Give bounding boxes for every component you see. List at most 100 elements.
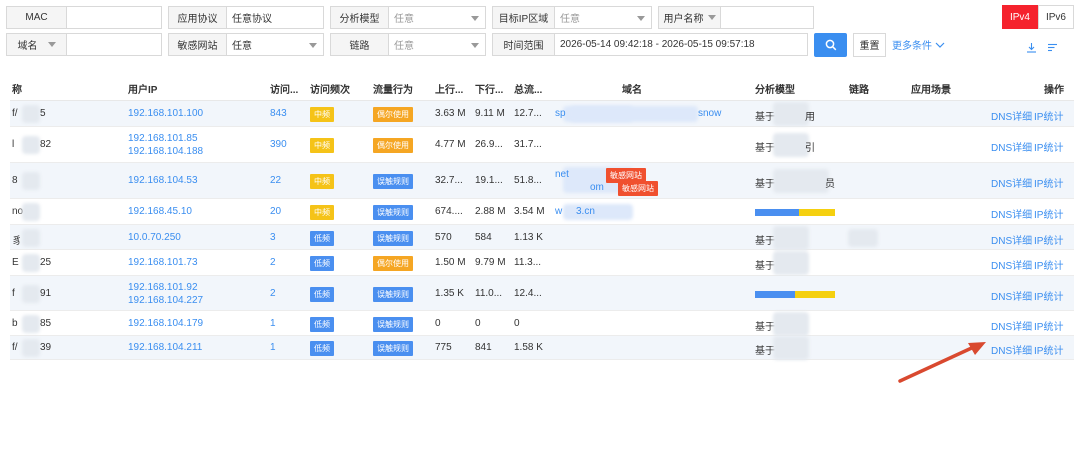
redacted-name <box>22 254 40 272</box>
domain-input[interactable] <box>67 34 161 55</box>
dns-detail-link[interactable]: DNS详细 <box>991 175 1032 190</box>
upload-value: 674.... <box>435 206 463 217</box>
username-filter[interactable]: 用户名称 <box>658 6 814 29</box>
link-label: 链路 <box>331 34 389 55</box>
protocol-filter[interactable]: 应用协议 任意协议 <box>168 6 324 29</box>
domain-text[interactable]: sp <box>555 108 566 119</box>
dns-detail-link[interactable]: DNS详细 <box>991 342 1032 357</box>
dns-detail-link[interactable]: DNS详细 <box>991 206 1032 221</box>
model-select[interactable]: 任意 <box>389 7 485 28</box>
behavior-badge: 偶尔使用 <box>373 256 413 271</box>
col-total[interactable]: 总流... <box>514 81 542 96</box>
col-name[interactable]: 称 <box>12 81 22 96</box>
sort-icon[interactable] <box>1047 42 1058 53</box>
frequency-badge: 低频 <box>310 341 334 356</box>
dns-detail-link[interactable]: DNS详细 <box>991 232 1032 247</box>
mac-input[interactable] <box>67 7 161 28</box>
download-value: 11.0... <box>475 287 503 299</box>
user-ip[interactable]: 192.168.104.179 <box>128 318 203 329</box>
redacted-domain <box>563 204 633 220</box>
ipv4-tab[interactable]: IPv4 <box>1002 5 1038 29</box>
model-filter[interactable]: 分析模型 任意 <box>330 6 486 29</box>
user-ip-secondary[interactable]: 192.168.104.227 <box>128 295 203 306</box>
sensitive-filter[interactable]: 敏感网站 任意 <box>168 33 324 56</box>
col-behavior[interactable]: 流量行为 <box>373 81 413 96</box>
more-conditions-label: 更多条件 <box>892 41 932 52</box>
col-upload[interactable]: 上行... <box>435 81 463 96</box>
dns-detail-link[interactable]: DNS详细 <box>991 318 1032 333</box>
time-range-input[interactable]: 2026-05-14 09:42:18 - 2026-05-15 09:57:1… <box>555 34 807 55</box>
username-input[interactable] <box>721 7 813 28</box>
ip-stats-link[interactable]: IP统计 <box>1034 342 1063 357</box>
time-filter[interactable]: 时间范围 2026-05-14 09:42:18 - 2026-05-15 09… <box>492 33 808 56</box>
upload-value: 0 <box>435 317 441 329</box>
total-value: 1.13 K <box>514 231 543 243</box>
col-user-ip[interactable]: 用户IP <box>128 81 157 96</box>
ip-stats-link[interactable]: IP统计 <box>1034 257 1063 272</box>
visit-count[interactable]: 22 <box>270 175 281 186</box>
visit-count[interactable]: 2 <box>270 288 276 299</box>
user-ip[interactable]: 10.0.70.250 <box>128 232 181 243</box>
model-bar-yellow <box>795 290 835 298</box>
protocol-select[interactable]: 任意协议 <box>227 7 323 28</box>
ip-stats-link[interactable]: IP统计 <box>1034 318 1063 333</box>
visit-count[interactable]: 3 <box>270 232 276 243</box>
user-ip[interactable]: 192.168.45.10 <box>128 206 192 217</box>
user-ip[interactable]: 192.168.101.85 <box>128 133 198 144</box>
visit-count[interactable]: 390 <box>270 139 287 150</box>
visit-count[interactable]: 1 <box>270 318 276 329</box>
col-visits[interactable]: 访问... <box>270 81 298 96</box>
visit-count[interactable]: 1 <box>270 342 276 353</box>
ip-stats-link[interactable]: IP统计 <box>1034 206 1063 221</box>
domain-text-secondary[interactable]: 3.cn <box>576 206 595 217</box>
sensitive-select[interactable]: 任意 <box>227 34 323 55</box>
domain-label[interactable]: 域名 <box>7 34 67 55</box>
visit-count[interactable]: 20 <box>270 206 281 217</box>
download-value: 841 <box>475 342 492 353</box>
download-icon[interactable] <box>1026 42 1037 53</box>
dns-detail-link[interactable]: DNS详细 <box>991 288 1032 303</box>
user-ip[interactable]: 192.168.104.211 <box>128 342 202 353</box>
search-button[interactable] <box>814 32 847 57</box>
user-ip-secondary[interactable]: 192.168.104.188 <box>128 146 203 157</box>
target-select[interactable]: 任意 <box>555 7 651 28</box>
user-ip[interactable]: 192.168.101.92 <box>128 282 198 293</box>
col-link[interactable]: 链路 <box>849 81 869 96</box>
domain-text-secondary[interactable]: snow <box>698 108 721 119</box>
ip-stats-link[interactable]: IP统计 <box>1034 288 1063 303</box>
ip-stats-link[interactable]: IP统计 <box>1034 175 1063 190</box>
visit-count[interactable]: 2 <box>270 257 276 268</box>
upload-value: 32.7... <box>435 175 463 186</box>
dns-detail-link[interactable]: DNS详细 <box>991 257 1032 272</box>
dns-detail-link[interactable]: DNS详细 <box>991 139 1032 154</box>
reset-button[interactable]: 重置 <box>853 32 886 57</box>
domain-text[interactable]: w <box>555 206 562 217</box>
link-select[interactable]: 任意 <box>389 34 485 55</box>
target-filter[interactable]: 目标IP区域 任意 <box>492 6 652 29</box>
ip-stats-link[interactable]: IP统计 <box>1034 232 1063 247</box>
user-ip[interactable]: 192.168.101.100 <box>128 108 203 119</box>
dns-detail-link[interactable]: DNS详细 <box>991 108 1032 123</box>
user-ip[interactable]: 192.168.104.53 <box>128 175 198 186</box>
col-domain[interactable]: 域名 <box>622 81 642 96</box>
col-model[interactable]: 分析模型 <box>755 81 795 96</box>
ipv6-tab[interactable]: IPv6 <box>1038 5 1074 29</box>
col-download[interactable]: 下行... <box>475 81 503 96</box>
chevron-down-icon <box>47 42 56 47</box>
more-conditions-link[interactable]: 更多条件 <box>892 37 945 52</box>
link-filter[interactable]: 链路 任意 <box>330 33 486 56</box>
user-ip[interactable]: 192.168.101.73 <box>128 257 198 268</box>
frequency-badge: 低频 <box>310 316 334 332</box>
col-frequency[interactable]: 访问频次 <box>310 81 350 96</box>
domain-text-secondary[interactable]: om <box>590 182 604 193</box>
mac-filter[interactable]: MAC <box>6 6 162 29</box>
domain-filter[interactable]: 域名 <box>6 33 162 56</box>
col-scene[interactable]: 应用场景 <box>911 81 951 96</box>
behavior-badge: 偶尔使用 <box>373 107 413 122</box>
ip-stats-link[interactable]: IP统计 <box>1034 139 1063 154</box>
frequency-badge: 低频 <box>310 256 334 271</box>
visit-count[interactable]: 843 <box>270 108 287 119</box>
username-label[interactable]: 用户名称 <box>659 7 721 28</box>
domain-text[interactable]: net <box>555 169 569 180</box>
ip-stats-link[interactable]: IP统计 <box>1034 108 1063 123</box>
